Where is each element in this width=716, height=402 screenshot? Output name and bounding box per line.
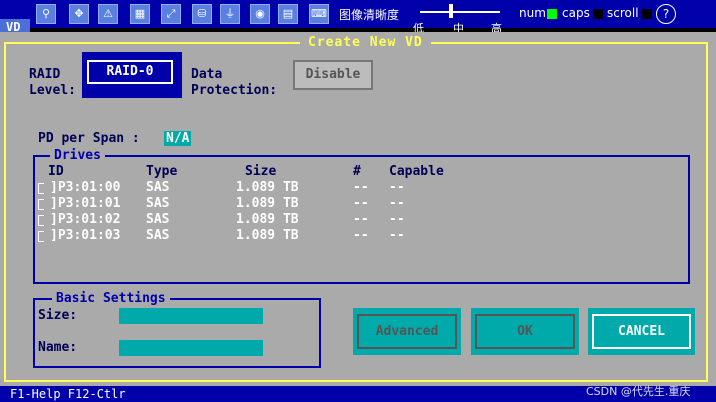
drive-size: 1.089 TB [236,228,299,243]
drive-capable: -- [389,196,405,211]
drive-checkbox[interactable] [38,199,44,210]
drive-type: SAS [146,180,170,195]
advanced-button[interactable]: Advanced [353,308,461,355]
drive-capable: -- [389,228,405,243]
drive-number: -- [353,212,369,227]
num-lock-label: num [519,6,546,20]
drive-size: 1.089 TB [236,180,299,195]
drive-capable: -- [389,212,405,227]
image-clarity-slider-thumb[interactable] [449,4,453,18]
dialog-title: Create New VD [300,35,431,50]
drive-number: -- [353,196,369,211]
pointer-icon[interactable]: ⚠ [98,4,118,24]
caps-lock-indicator [593,9,603,19]
name-input[interactable] [119,340,263,356]
image-clarity-label: 图像清晰度 [339,8,400,22]
pd-per-span-value[interactable]: N/A [164,131,192,146]
num-lock-indicator [547,9,557,19]
data-protection-label-line2: Protection: [191,83,278,98]
drive-id: ]P3:01:00 [50,180,121,195]
ok-button-label[interactable]: OK [475,314,575,349]
drive-row[interactable]: ]P3:01:02 SAS 1.089 TB -- -- [38,212,678,228]
ok-button[interactable]: OK [471,308,579,355]
caps-lock-label: caps [562,6,590,20]
scroll-lock-label: scroll [607,6,639,20]
plug-icon[interactable]: ⚲ [36,4,56,24]
data-protection-button[interactable]: Disable [293,60,373,90]
scroll-lock-indicator [642,9,652,19]
file-icon[interactable]: ▤ [278,4,298,24]
drive-checkbox[interactable] [38,215,44,226]
drives-title: Drives [50,148,105,163]
basic-settings-title: Basic Settings [52,291,170,306]
drive-number: -- [353,180,369,195]
toolbar: ⚲ ✥ ⚠ ▦ ⤢ ⛁ ⏚ ◉ ▤ ⌨ 图像清晰度 低 中 高 num caps… [0,0,716,35]
size-input[interactable] [119,308,263,324]
disc-icon[interactable]: ◉ [250,4,270,24]
cancel-button-label[interactable]: CANCEL [592,314,691,349]
name-label: Name: [38,340,78,355]
drive-id: ]P3:01:02 [50,212,121,227]
drive-checkbox[interactable] [38,183,44,194]
help-icon[interactable]: ? [656,4,676,24]
drive-id: ]P3:01:03 [50,228,121,243]
drive-type: SAS [146,196,170,211]
column-header-size: Size [245,164,277,179]
screen-icon[interactable]: ▦ [130,4,150,24]
drive-capable: -- [389,180,405,195]
watermark-text: CSDN @代先生.重庆 [586,385,691,398]
pd-per-span-label: PD per Span : [38,131,140,146]
drive-icon[interactable]: ⛁ [192,4,212,24]
drive-type: SAS [146,212,170,227]
drive-row[interactable]: ]P3:01:01 SAS 1.089 TB -- -- [38,196,678,212]
drive-id: ]P3:01:01 [50,196,121,211]
drive-number: -- [353,228,369,243]
cancel-button[interactable]: CANCEL [588,308,695,355]
size-label: Size: [38,308,78,323]
create-vd-dialog: Create New VD RAID Level: RAID-0 Data Pr… [0,32,716,386]
image-clarity-slider-track[interactable] [420,11,500,13]
raid-level-button[interactable]: RAID-0 [82,52,182,98]
advanced-button-label[interactable]: Advanced [357,314,457,349]
usb-icon[interactable]: ⏚ [220,4,240,24]
drive-size: 1.089 TB [236,212,299,227]
raid-level-label-line2: Level: [29,83,76,98]
raid-level-value[interactable]: RAID-0 [87,60,173,84]
data-protection-label-line1: Data [191,67,223,82]
raid-level-label-line1: RAID [29,67,61,82]
column-header-number: # [353,164,361,179]
drive-checkbox[interactable] [38,231,44,242]
drive-type: SAS [146,228,170,243]
move-icon[interactable]: ✥ [69,4,89,24]
column-header-type: Type [146,164,178,179]
bottom-help-text: F1-Help F12-Ctlr [10,387,126,401]
column-header-capable: Capable [389,164,444,179]
drive-size: 1.089 TB [236,196,299,211]
keyboard-icon[interactable]: ⌨ [309,4,329,24]
column-header-id: ID [48,164,64,179]
drive-row[interactable]: ]P3:01:03 SAS 1.089 TB -- -- [38,228,678,244]
drive-row[interactable]: ]P3:01:00 SAS 1.089 TB -- -- [38,180,678,196]
fullscreen-icon[interactable]: ⤢ [161,4,181,24]
